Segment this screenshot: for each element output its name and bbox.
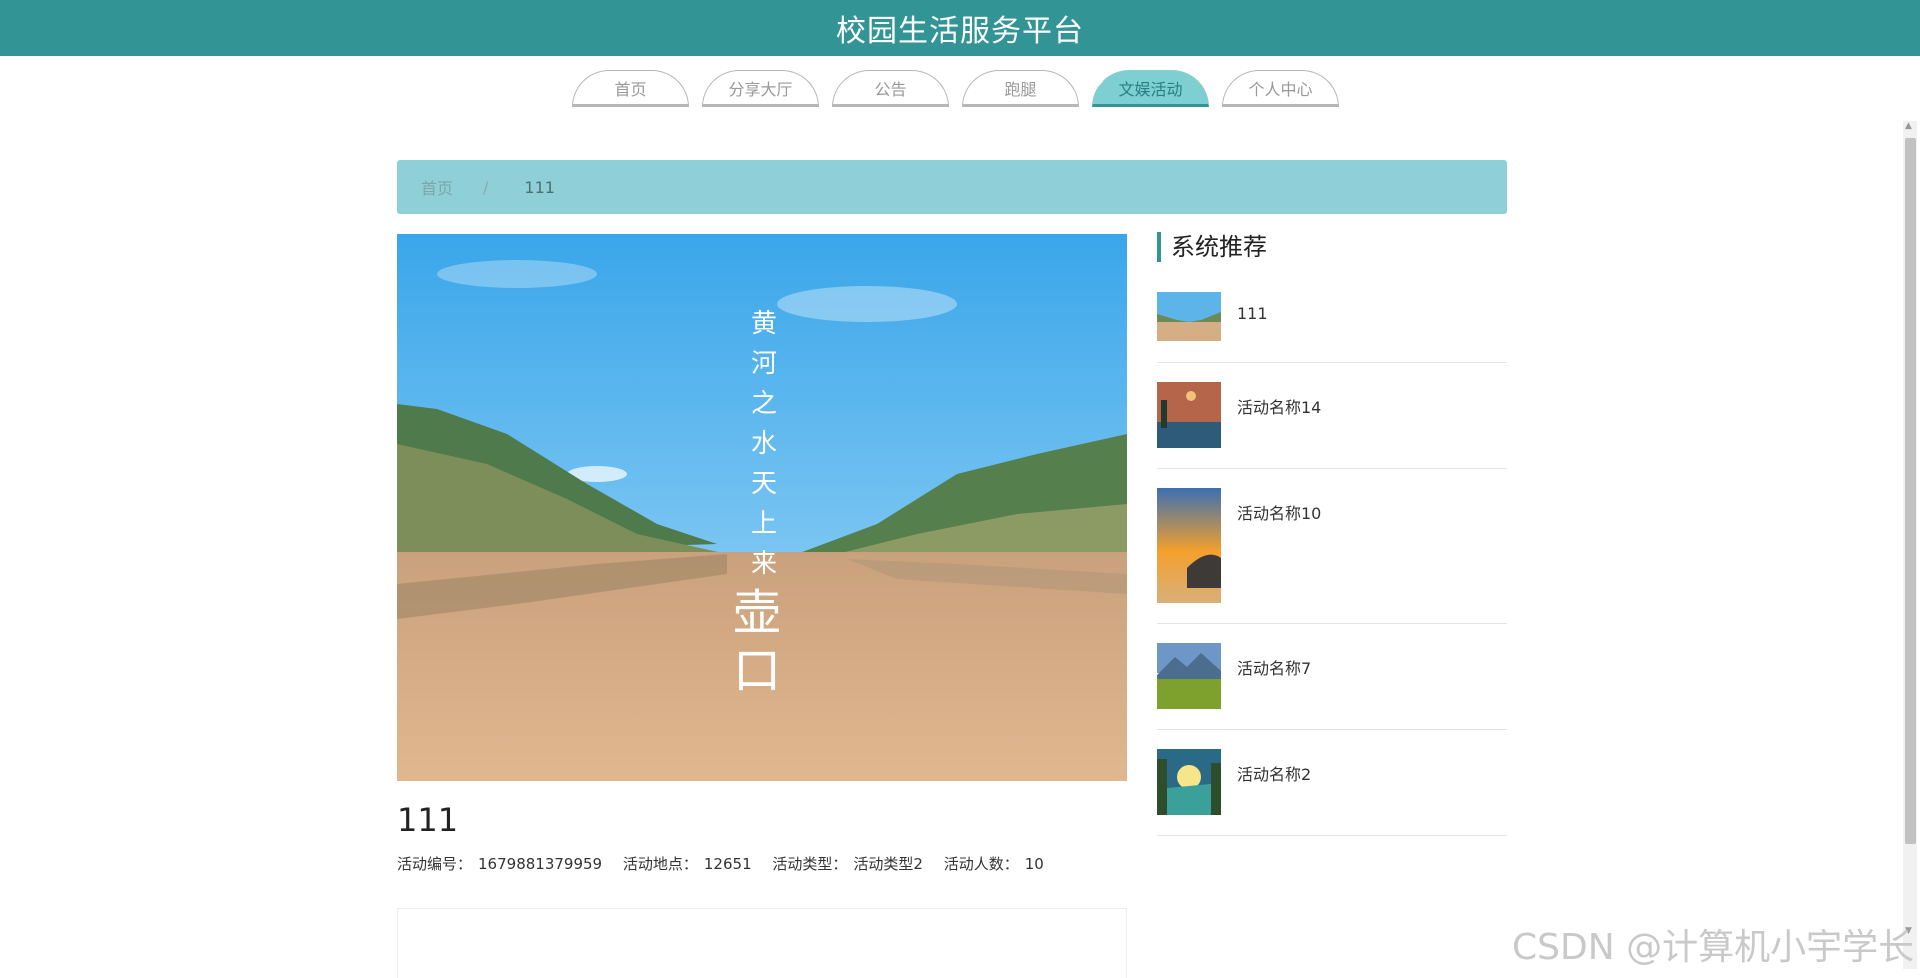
recommend-label: 活动名称10 [1237,504,1322,523]
recommend-thumbnail [1157,749,1221,815]
tab-home[interactable]: 首页 [572,70,689,107]
activity-cover-image: 黄河之 水天上 来 壶口 [397,234,1127,781]
recommend-item[interactable]: 活动名称2 [1157,749,1507,836]
site-title: 校园生活服务平台 [836,14,1084,49]
meta-activity-id: 活动编号： 1679881379959 [397,855,607,873]
recommend-thumbnail [1157,382,1221,448]
calligraphy-text: 壶口 [732,585,781,699]
meta-label: 活动地点： [622,855,698,873]
meta-label: 活动人数： [943,855,1019,873]
meta-participants: 活动人数： 10 [944,855,1044,873]
breadcrumb-separator: / [483,177,489,197]
tab-activities[interactable]: 文娱活动 [1092,70,1209,107]
tab-errands[interactable]: 跑腿 [962,70,1079,107]
poem-text: 黄河之 水天上 来 [750,309,777,579]
breadcrumb-current: 111 [524,177,555,197]
recommend-item[interactable]: 活动名称14 [1157,382,1507,469]
meta-label: 活动类型： [772,855,848,873]
meta-value: 10 [1024,855,1044,873]
breadcrumb: 首页 / 111 [397,160,1507,214]
meta-type: 活动类型： 活动类型2 [772,855,927,873]
meta-label: 活动编号： [397,855,473,873]
recommend-thumbnail [1157,292,1221,341]
site-header: 校园生活服务平台 [0,0,1920,56]
activity-content [397,908,1127,978]
tab-share-hall[interactable]: 分享大厅 [702,70,819,107]
meta-value: 1679881379959 [478,855,603,873]
breadcrumb-home-link[interactable]: 首页 [421,175,453,199]
activity-meta: 活动编号： 1679881379959 活动地点： 12651 活动类型： 活动类型2… [397,853,1060,874]
activity-title: 111 [397,801,459,839]
tab-notices[interactable]: 公告 [832,70,949,107]
recommend-label: 活动名称14 [1237,398,1322,417]
recommend-item[interactable]: 活动名称10 [1157,488,1507,624]
recommend-title: 系统推荐 [1157,232,1267,262]
scroll-up-icon[interactable]: ▲ [1905,121,1912,131]
meta-location: 活动地点： 12651 [623,855,757,873]
meta-value: 活动类型2 [853,855,923,873]
main-nav: 首页 分享大厅 公告 跑腿 文娱活动 个人中心 [572,70,1339,110]
watermark: CSDN @计算机小宇学长 [1512,927,1915,968]
recommend-label: 活动名称2 [1237,765,1312,784]
recommend-thumbnail [1157,643,1221,709]
recommend-item[interactable]: 111 [1157,292,1507,363]
meta-value: 12651 [703,855,752,873]
recommend-label: 活动名称7 [1237,659,1312,678]
scrollbar-thumb[interactable] [1905,138,1916,844]
recommend-item[interactable]: 活动名称7 [1157,643,1507,730]
recommend-label: 111 [1237,304,1268,323]
recommend-thumbnail [1157,488,1221,603]
tab-profile[interactable]: 个人中心 [1222,70,1339,107]
